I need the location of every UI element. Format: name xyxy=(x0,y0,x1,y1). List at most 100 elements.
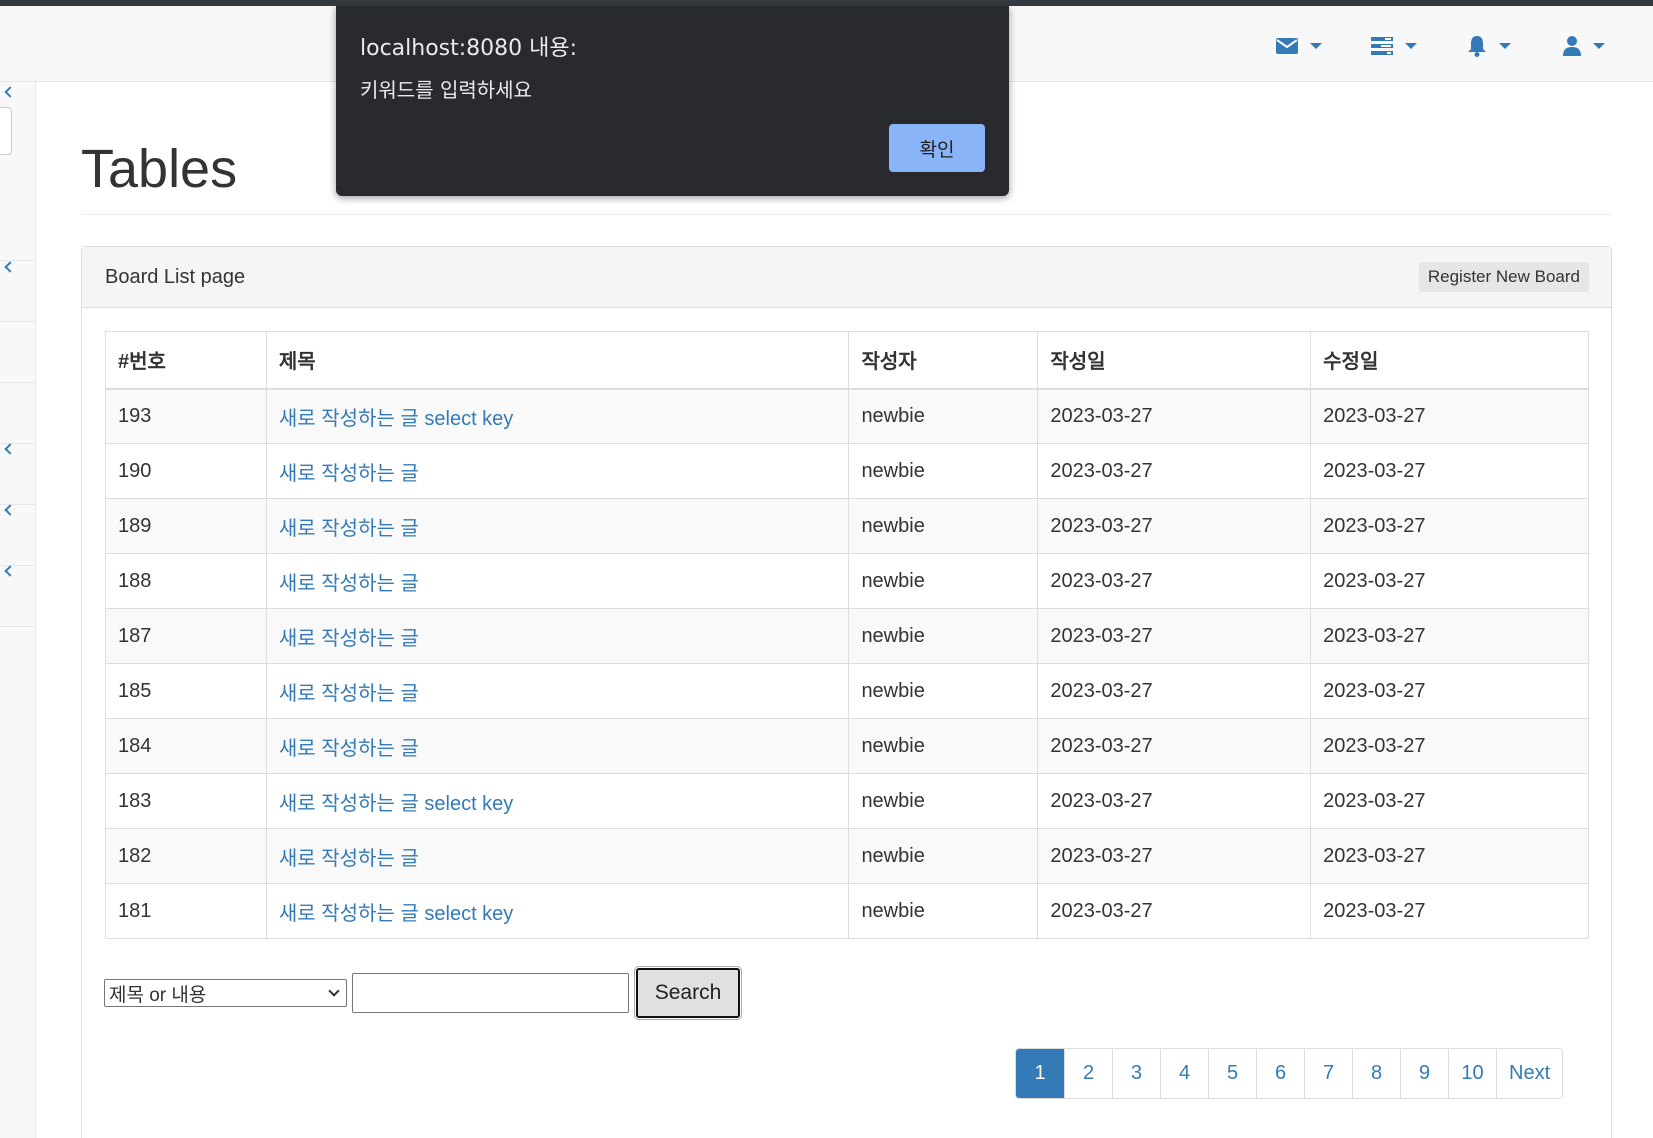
column-header-regdate: 작성일 xyxy=(1037,331,1312,390)
cell-updatedate: 2023-03-27 xyxy=(1310,883,1589,939)
cell-updatedate: 2023-03-27 xyxy=(1310,828,1589,884)
panel-title: Board List page xyxy=(105,266,246,288)
chevron-left-icon xyxy=(4,86,16,98)
post-title-link[interactable]: 새로 작성하는 글 xyxy=(279,518,419,540)
table-row: 188 새로 작성하는 글 newbie 2023-03-27 2023-03-27 xyxy=(105,553,1589,609)
alert-ok-button[interactable]: 확인 xyxy=(889,124,985,172)
table-header-row: #번호 제목 작성자 작성일 수정일 xyxy=(105,331,1589,390)
post-title-link[interactable]: 새로 작성하는 글 xyxy=(279,463,419,485)
table-row: 193 새로 작성하는 글 select key newbie 2023-03-27 2… xyxy=(105,388,1589,444)
sidebar-search-input[interactable] xyxy=(0,107,12,155)
cell-number: 190 xyxy=(105,443,267,499)
table-row: 187 새로 작성하는 글 newbie 2023-03-27 2023-03-27 xyxy=(105,608,1589,664)
sidebar-item[interactable] xyxy=(0,505,36,566)
table-row: 184 새로 작성하는 글 newbie 2023-03-27 2023-03-27 xyxy=(105,718,1589,774)
post-title-link[interactable]: 새로 작성하는 글 select key xyxy=(279,408,513,430)
post-title-link[interactable]: 새로 작성하는 글 xyxy=(279,683,419,705)
cell-updatedate: 2023-03-27 xyxy=(1310,498,1589,554)
chevron-down-icon xyxy=(1404,43,1417,49)
cell-regdate: 2023-03-27 xyxy=(1037,883,1312,939)
cell-writer: newbie xyxy=(848,553,1039,609)
table-row: 190 새로 작성하는 글 newbie 2023-03-27 2023-03-27 xyxy=(105,443,1589,499)
cell-updatedate: 2023-03-27 xyxy=(1310,663,1589,719)
cell-title: 새로 작성하는 글 select key xyxy=(265,883,850,939)
alert-title: localhost:8080 내용: xyxy=(360,36,578,61)
sidebar-item[interactable] xyxy=(0,383,36,444)
chevron-down-icon xyxy=(1592,43,1605,49)
messages-dropdown[interactable] xyxy=(1251,28,1346,64)
table-row: 181 새로 작성하는 글 select key newbie 2023-03-27 2… xyxy=(105,883,1589,939)
cell-title: 새로 작성하는 글 xyxy=(265,608,850,664)
post-title-link[interactable]: 새로 작성하는 글 xyxy=(279,848,419,870)
navbar-icon-group xyxy=(1251,28,1631,64)
cell-writer: newbie xyxy=(848,388,1039,444)
cell-updatedate: 2023-03-27 xyxy=(1310,718,1589,774)
cell-writer: newbie xyxy=(848,883,1039,939)
bell-icon xyxy=(1467,35,1487,57)
cell-number: 183 xyxy=(105,773,267,829)
page-link-9[interactable]: 9 xyxy=(1400,1049,1448,1098)
table-row: 185 새로 작성하는 글 newbie 2023-03-27 2023-03-27 xyxy=(105,663,1589,719)
panel-heading: Board List page Register New Board xyxy=(82,247,1611,308)
page-link-5[interactable]: 5 xyxy=(1208,1049,1256,1098)
cell-updatedate: 2023-03-27 xyxy=(1310,553,1589,609)
search-button[interactable]: Search xyxy=(634,966,742,1020)
page-link-8[interactable]: 8 xyxy=(1352,1049,1400,1098)
search-type-select[interactable]: 제목 or 내용 xyxy=(104,979,347,1007)
alert-dialog: localhost:8080 내용: 키워드를 입력하세요 확인 xyxy=(336,6,1009,196)
page-link-2[interactable]: 2 xyxy=(1064,1049,1112,1098)
page-link-6[interactable]: 6 xyxy=(1256,1049,1304,1098)
cell-title: 새로 작성하는 글 xyxy=(265,498,850,554)
cell-title: 새로 작성하는 글 xyxy=(265,718,850,774)
table-row: 189 새로 작성하는 글 newbie 2023-03-27 2023-03-27 xyxy=(105,498,1589,554)
alerts-dropdown[interactable] xyxy=(1441,28,1536,64)
page-link-3[interactable]: 3 xyxy=(1112,1049,1160,1098)
cell-updatedate: 2023-03-27 xyxy=(1310,608,1589,664)
sidebar-item[interactable] xyxy=(0,322,36,383)
page-link-7[interactable]: 7 xyxy=(1304,1049,1352,1098)
cell-regdate: 2023-03-27 xyxy=(1037,718,1312,774)
page-link-1[interactable]: 1 xyxy=(1016,1049,1064,1098)
cell-regdate: 2023-03-27 xyxy=(1037,443,1312,499)
keyword-input[interactable] xyxy=(352,973,629,1013)
cell-number: 185 xyxy=(105,663,267,719)
search-type-selected: 제목 or 내용 xyxy=(109,984,207,1006)
cell-regdate: 2023-03-27 xyxy=(1037,828,1312,884)
page-title: Tables xyxy=(81,139,238,199)
sidebar xyxy=(0,82,36,1138)
page-link-4[interactable]: 4 xyxy=(1160,1049,1208,1098)
post-title-link[interactable]: 새로 작성하는 글 xyxy=(279,628,419,650)
search-form: 제목 or 내용 Search xyxy=(104,966,742,1020)
cell-number: 187 xyxy=(105,608,267,664)
sidebar-item[interactable] xyxy=(0,566,36,627)
user-dropdown[interactable] xyxy=(1536,28,1631,64)
post-title-link[interactable]: 새로 작성하는 글 xyxy=(279,573,419,595)
sidebar-item[interactable] xyxy=(0,444,36,505)
cell-updatedate: 2023-03-27 xyxy=(1310,388,1589,444)
cell-title: 새로 작성하는 글 xyxy=(265,828,850,884)
page-link-10[interactable]: 10 xyxy=(1448,1049,1496,1098)
envelope-icon xyxy=(1275,38,1298,54)
cell-regdate: 2023-03-27 xyxy=(1037,388,1312,444)
table-row: 183 새로 작성하는 글 select key newbie 2023-03-27 2… xyxy=(105,773,1589,829)
cell-regdate: 2023-03-27 xyxy=(1037,608,1312,664)
user-icon xyxy=(1562,36,1581,56)
tasks-dropdown[interactable] xyxy=(1346,28,1441,64)
cell-number: 181 xyxy=(105,883,267,939)
sidebar-item[interactable] xyxy=(0,86,36,322)
post-title-link[interactable]: 새로 작성하는 글 select key xyxy=(279,793,513,815)
sidebar-item[interactable] xyxy=(0,200,36,261)
column-header-writer: 작성자 xyxy=(848,331,1039,390)
cell-regdate: 2023-03-27 xyxy=(1037,553,1312,609)
register-new-board-button[interactable]: Register New Board xyxy=(1418,262,1589,292)
cell-number: 193 xyxy=(105,388,267,444)
post-title-link[interactable]: 새로 작성하는 글 select key xyxy=(279,903,513,925)
cell-regdate: 2023-03-27 xyxy=(1037,773,1312,829)
chevron-down-icon xyxy=(1498,43,1511,49)
alert-message: 키워드를 입력하세요 xyxy=(360,78,532,102)
chevron-down-icon xyxy=(328,985,340,997)
cell-title: 새로 작성하는 글 select key xyxy=(265,773,850,829)
cell-updatedate: 2023-03-27 xyxy=(1310,773,1589,829)
post-title-link[interactable]: 새로 작성하는 글 xyxy=(279,738,419,760)
next-page-link[interactable]: Next xyxy=(1496,1049,1563,1098)
